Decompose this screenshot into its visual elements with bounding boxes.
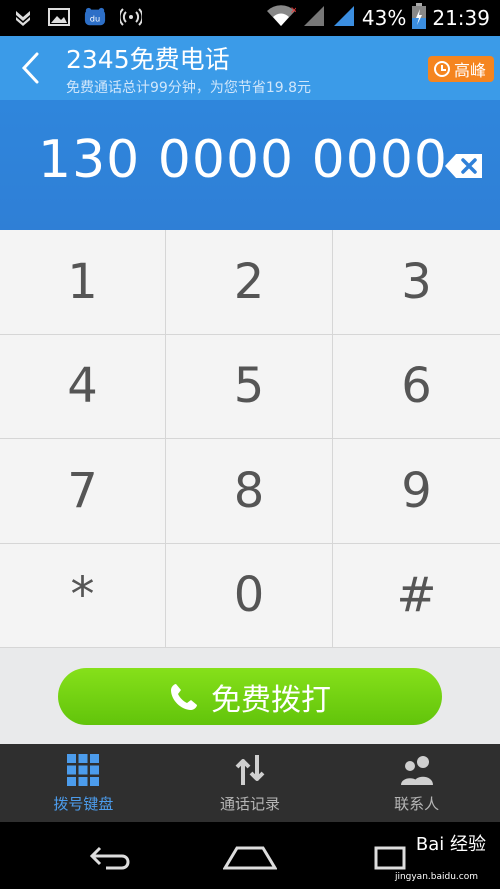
system-nav-bar: Bai 经验 jingyan.baidu.com [0,822,500,889]
chevron-down-notification-icon [12,6,34,28]
bottom-tab-bar: 拨号键盘 通话记录 联系人 [0,744,500,822]
call-button-label: 免费拨打 [211,682,331,718]
clock-time: 21:39 [432,6,490,30]
key-0[interactable]: 0 [166,543,333,648]
dialed-number: 130 0000 0000 [38,130,448,190]
watermark-url: jingyan.baidu.com [394,872,478,882]
nav-recents-icon [374,846,406,870]
svg-text:×: × [290,5,296,16]
key-1[interactable]: 1 [0,230,166,335]
status-bar: du × 43% 21:39 [0,0,500,36]
app-header: 2345免费电话 免费通话总计99分钟，为您节省19.8元 高峰 [0,36,500,100]
app-title: 2345免费电话 [66,45,230,74]
call-area: 免费拨打 [0,648,500,744]
wireless-signal-icon [120,6,142,28]
notification-icons: du [12,6,142,28]
number-display: 130 0000 0000 [0,100,500,230]
key-5[interactable]: 5 [166,334,333,439]
battery-charging-icon [412,3,427,33]
tab-dialpad-label: 拨号键盘 [53,794,114,813]
nav-recents-button[interactable] [360,840,420,874]
cell-signal-icon [332,4,356,32]
baidu-app-icon: du [84,6,106,28]
back-button[interactable] [12,48,48,88]
clock-icon [433,61,450,77]
key-9[interactable]: 9 [333,439,500,544]
battery-percent: 43% [361,6,407,30]
key-4[interactable]: 4 [0,334,166,439]
free-call-button[interactable]: 免费拨打 [58,668,442,725]
tab-call-log-label: 通话记录 [220,794,281,813]
tab-contacts[interactable]: 联系人 [333,744,500,822]
wifi-icon: × [266,5,298,31]
key-8[interactable]: 8 [166,439,333,544]
backspace-button[interactable] [444,152,484,180]
back-arrow-icon [21,52,39,84]
peak-time-badge[interactable]: 高峰 [427,56,494,82]
baidu-jingyan-watermark: Bai 经验 [415,834,486,855]
key-6[interactable]: 6 [333,334,500,439]
backspace-icon [445,154,482,178]
nav-home-button[interactable] [220,840,280,874]
call-log-icon [235,754,265,785]
tab-call-log[interactable]: 通话记录 [167,744,334,822]
tab-dialpad[interactable]: 拨号键盘 [0,744,167,822]
system-status: × 43% 21:39 [266,2,490,34]
savings-summary: 免费通话总计99分钟，为您节省19.8元 [66,80,311,96]
nav-home-icon [223,846,277,870]
key-3[interactable]: 3 [333,230,500,335]
key-hash[interactable]: # [333,543,500,648]
nav-back-button[interactable] [80,840,140,874]
nav-back-icon [89,846,130,870]
tab-contacts-label: 联系人 [394,794,440,813]
image-icon [48,6,70,28]
cell-signal-icon-gray [302,4,326,32]
key-7[interactable]: 7 [0,439,166,544]
phone-icon [171,683,197,710]
svg-text:du: du [90,14,100,24]
dial-keypad: 1 2 3 4 5 6 7 8 9 * 0 # [0,230,500,648]
dialpad-icon [67,753,100,786]
peak-label: 高峰 [453,61,486,80]
key-2[interactable]: 2 [166,230,333,335]
key-star[interactable]: * [0,543,166,648]
contacts-icon [400,755,433,785]
